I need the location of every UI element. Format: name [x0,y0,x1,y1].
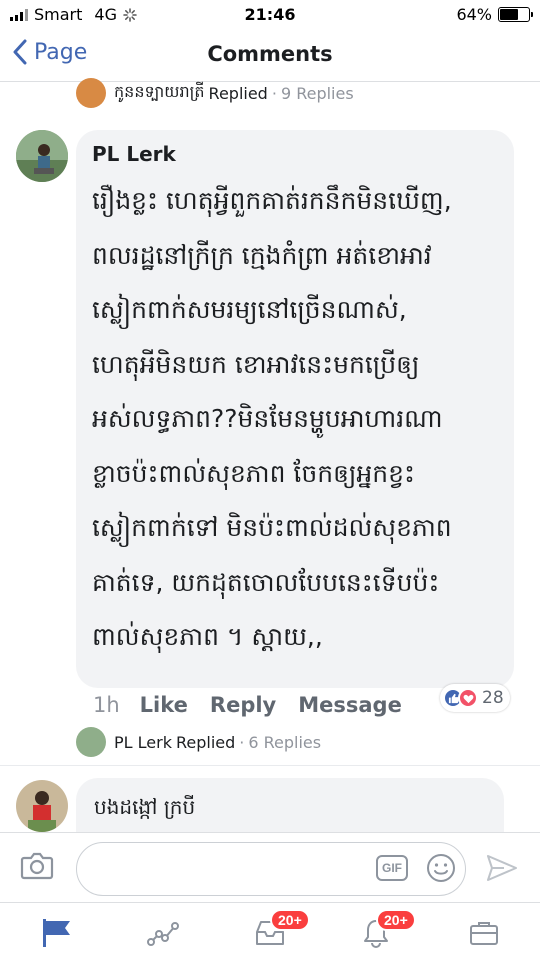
comment-line: ពាល់សុខភាព ។ ស្តាយ,, [92,622,323,651]
tab-bar: 20+ 20+ [0,902,540,960]
notifications-badge: 20+ [376,909,416,931]
tab-menu[interactable] [464,915,504,951]
status-bar: Smart 4G 21:46 64% [0,0,540,30]
comment-author[interactable]: បងដង្កៅ ក្របី [94,794,486,824]
comment-actions: 1h Like Reply Message [93,693,424,717]
profile-photo [16,780,68,832]
emoji-button[interactable] [426,853,456,887]
camera-icon [20,852,54,880]
battery-status: 64% [456,5,533,24]
comment-author[interactable]: PL Lerk [92,142,496,166]
page-title: Comments [207,42,333,66]
news-feed-icon [43,919,70,947]
replier-name: កូននទ្បាយរាត្រី [114,82,205,101]
message-button[interactable]: Message [298,693,402,717]
reply-count: 6 Replies [248,732,322,752]
avatar[interactable] [16,130,68,182]
comment-bubble[interactable]: PL Lerk រឿងខ្លះ ហេតុអ្វីពួកគាត់រកនឹកមិនឃ… [76,130,514,688]
comment-timestamp: 1h [93,693,120,717]
love-icon [458,688,478,708]
emoji-icon [427,854,455,882]
comment-composer: GIF [0,832,540,902]
avatar [76,727,106,757]
profile-photo [16,130,68,182]
tab-notifications[interactable]: 20+ [356,909,416,951]
separator: · [271,83,277,103]
send-button[interactable] [486,853,518,887]
gif-button[interactable]: GIF [376,855,408,881]
like-button[interactable]: Like [140,693,188,717]
view-replies-link[interactable]: PL Lerk Replied · 6 Replies [76,727,321,757]
comment-line: អស់លទ្ធភាព??មិនមែនម្ហូបអាហារណា [92,404,443,433]
comment-line: រឿងខ្លះ ហេតុអ្វីពួកគាត់រកនឹកមិនឃើញ, [92,186,452,215]
battery-icon [498,7,533,22]
tab-news-feed[interactable] [36,915,76,951]
comment-line: ស្លៀកពាក់ទៅ មិនប៉ះពាល់ដល់សុខភាព [92,513,452,542]
tab-inbox[interactable]: 20+ [250,909,310,951]
menu-icon [470,922,498,945]
reactions-summary[interactable]: 28 [440,684,510,712]
replied-label: Replied [208,83,268,103]
reply-count: 9 Replies [280,83,354,103]
comment-line: ហេតុអីមិនយក ខោអាវនេះមកប្រើឲ្យ [92,349,420,379]
reply-button[interactable]: Reply [210,693,276,717]
avatar[interactable] [16,780,68,832]
send-icon [487,855,517,881]
comment-text: រឿងខ្លះ ហេតុអ្វីពួកគាត់រកនឹកមិនឃើញ, ពលរដ… [92,174,496,665]
inbox-badge: 20+ [270,909,310,931]
replied-label: Replied [175,732,236,752]
navigation-bar: Page Comments [0,30,540,82]
separator: · [239,732,245,752]
comment-line: ខ្លាចប៉ះពាល់សុខភាព ចែកឲ្យអ្នកខ្វះ [92,458,416,488]
reaction-count: 28 [482,688,504,708]
replier-name: PL Lerk [114,732,172,752]
battery-percent: 64% [456,5,492,24]
previous-replies-link[interactable]: កូននទ្បាយរាត្រី Replied · 9 Replies [76,78,354,108]
comment-line: គាត់ទេ, យកដុតចោលបែបនេះទើបប៉ះ [92,567,440,597]
camera-button[interactable] [20,851,54,885]
divider [0,765,540,766]
comment-line: ពលរដ្ឋនៅក្រីក្រ ក្មេងកំព្រា អត់ខោអាវ [92,240,432,270]
tab-activity[interactable] [144,915,184,951]
activity-icon [147,922,179,946]
comment-line: ស្លៀកពាក់សមរម្យនៅច្រើនណាស់, [92,295,407,324]
avatar [76,78,106,108]
